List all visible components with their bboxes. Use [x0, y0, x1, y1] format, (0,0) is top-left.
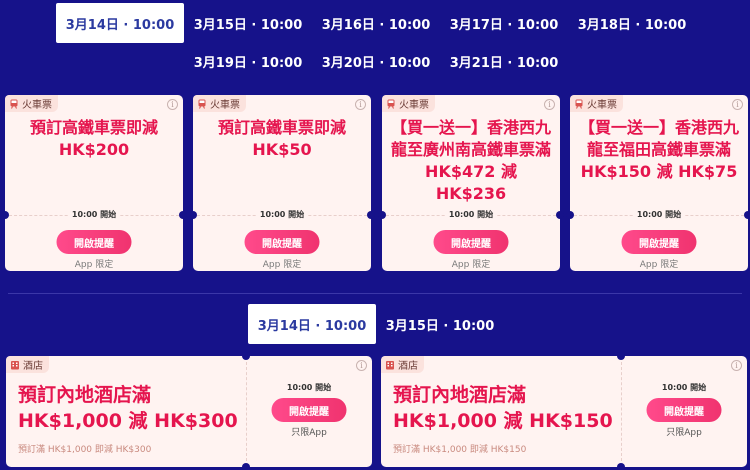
tab-date-0321[interactable]: 3月21日 · 10:00: [440, 41, 568, 81]
start-time: 10:00 開始: [193, 209, 371, 220]
start-time: 10:00 開始: [661, 383, 707, 392]
app-only-label: 只限App: [291, 428, 327, 438]
tag-label: 酒店: [398, 361, 418, 372]
start-time: 10:00 開始: [286, 383, 332, 392]
category-tag: 酒店: [381, 356, 424, 373]
tag-label: 火車票: [22, 100, 52, 111]
coupon-subtitle: 預訂滿 HK$1,000 即減 HK$300: [18, 445, 152, 455]
coupon-title: 預訂高鐵車票即減 HK$50: [217, 118, 346, 159]
info-icon[interactable]: i: [732, 99, 743, 110]
tab-hotel-date-0315[interactable]: 3月15日 · 10:00: [376, 304, 504, 344]
tab-date-0314[interactable]: 3月14日 · 10:00: [56, 3, 184, 43]
coupon-subtitle: 預訂滿 HK$1,000 即減 HK$150: [393, 445, 527, 455]
tab-date-0316[interactable]: 3月16日 · 10:00: [312, 3, 440, 43]
category-tag: 酒店: [6, 356, 49, 373]
category-tag: 火車票: [382, 95, 435, 112]
info-icon[interactable]: i: [167, 99, 178, 110]
tab-hotel-date-0314[interactable]: 3月14日 · 10:00: [248, 304, 376, 344]
train-icon: [198, 99, 206, 109]
coupon-title: 【買一送一】香港西九龍至福田高鐵車票滿 HK$150 減 HK$75: [578, 118, 739, 181]
train-date-tabs-row-1: 3月14日 · 10:00 3月15日 · 10:00 3月16日 · 10:0…: [0, 3, 750, 43]
train-icon: [575, 99, 583, 109]
set-reminder-button[interactable]: 開啟提醒: [433, 230, 509, 254]
start-time: 10:00 開始: [5, 209, 183, 220]
tab-date-0318[interactable]: 3月18日 · 10:00: [568, 3, 696, 43]
train-coupon-card: 火車票 i 預訂高鐵車票即減 HK$200 10:00 開始 開啟提醒 App …: [1, 95, 187, 271]
coupon-title-line-1: 預訂內地酒店滿: [393, 384, 527, 406]
coupon-title: 預訂內地酒店滿 HK$1,000 減 HK$150: [393, 382, 613, 434]
hotel-icon: [386, 360, 394, 369]
tag-label: 火車票: [587, 100, 617, 111]
app-only-label: 只限App: [666, 428, 702, 438]
category-tag: 火車票: [5, 95, 58, 112]
train-coupon-card: 火車票 i 【買一送一】香港西九龍至廣州南高鐵車票滿 HK$472 減 HK$2…: [378, 95, 564, 271]
train-coupon-card: 火車票 i 【買一送一】香港西九龍至福田高鐵車票滿 HK$150 減 HK$75…: [566, 95, 750, 271]
start-time: 10:00 開始: [382, 209, 560, 220]
coupon-action-area: 10:00 開始 開啟提醒 只限App: [246, 356, 372, 467]
section-divider: [8, 293, 742, 294]
tab-date-0319[interactable]: 3月19日 · 10:00: [184, 41, 312, 81]
coupon-title-line-2: HK$1,000 減 HK$150: [393, 410, 613, 432]
hotel-coupon-card: 酒店 i 預訂內地酒店滿 HK$1,000 減 HK$300 預訂滿 HK$1,…: [6, 352, 372, 470]
coupon-action-area: 10:00 開始 開啟提醒 只限App: [621, 356, 747, 467]
train-icon: [10, 99, 18, 109]
tag-label: 火車票: [399, 100, 429, 111]
tab-date-0320[interactable]: 3月20日 · 10:00: [312, 41, 440, 81]
set-reminder-button[interactable]: 開啟提醒: [244, 230, 320, 254]
app-only-label: App 限定: [639, 260, 679, 270]
set-reminder-button[interactable]: 開啟提醒: [56, 230, 132, 254]
set-reminder-button[interactable]: 開啟提醒: [621, 230, 697, 254]
hotel-coupon-card: 酒店 i 預訂內地酒店滿 HK$1,000 減 HK$150 預訂滿 HK$1,…: [381, 352, 747, 470]
info-icon[interactable]: i: [355, 99, 366, 110]
hotel-date-tabs: 3月14日 · 10:00 3月15日 · 10:00: [0, 304, 750, 344]
set-reminder-button[interactable]: 開啟提醒: [271, 398, 347, 422]
train-date-tabs-row-2: 3月19日 · 10:00 3月20日 · 10:00 3月21日 · 10:0…: [0, 41, 750, 81]
tab-date-0315[interactable]: 3月15日 · 10:00: [184, 3, 312, 43]
tag-label: 火車票: [210, 100, 240, 111]
set-reminder-button[interactable]: 開啟提醒: [646, 398, 722, 422]
coupon-title-line-1: 預訂內地酒店滿: [18, 384, 152, 406]
coupon-title-line-2: HK$1,000 減 HK$300: [18, 410, 238, 432]
app-only-label: App 限定: [451, 260, 491, 270]
train-icon: [387, 99, 395, 109]
coupon-title: 預訂內地酒店滿 HK$1,000 減 HK$300: [18, 382, 238, 434]
category-tag: 火車票: [570, 95, 623, 112]
coupon-title: 預訂高鐵車票即減 HK$200: [29, 118, 158, 159]
app-only-label: App 限定: [74, 260, 114, 270]
coupon-title: 【買一送一】香港西九龍至廣州南高鐵車票滿 HK$472 減 HK$236: [390, 118, 551, 203]
app-only-label: App 限定: [262, 260, 302, 270]
info-icon[interactable]: i: [544, 99, 555, 110]
category-tag: 火車票: [193, 95, 246, 112]
train-coupon-card: 火車票 i 預訂高鐵車票即減 HK$50 10:00 開始 開啟提醒 App 限…: [189, 95, 375, 271]
start-time: 10:00 開始: [570, 209, 748, 220]
hotel-icon: [11, 360, 19, 369]
tag-label: 酒店: [23, 361, 43, 372]
tab-date-0317[interactable]: 3月17日 · 10:00: [440, 3, 568, 43]
